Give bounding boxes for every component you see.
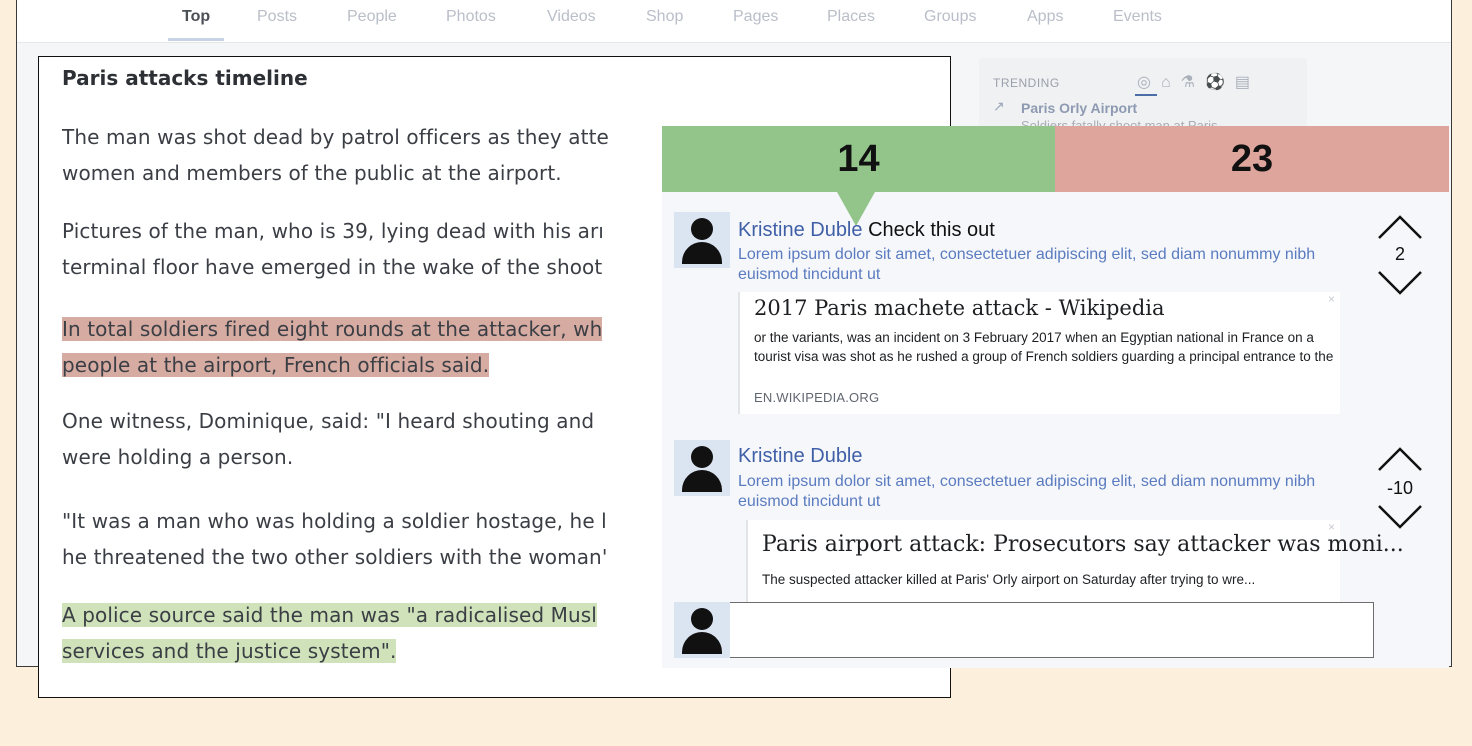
- avatar[interactable]: [674, 212, 730, 268]
- comment-message: Check this out: [868, 219, 995, 241]
- search-tabs-bar: Top Posts People Photos Videos Shop Page…: [17, 0, 1451, 43]
- user-silhouette-icon: [691, 218, 713, 240]
- close-icon[interactable]: ×: [1328, 520, 1335, 534]
- tab-groups[interactable]: Groups: [924, 8, 976, 28]
- article-title: Paris attacks timeline: [62, 66, 308, 90]
- tab-people[interactable]: People: [347, 8, 397, 28]
- avatar[interactable]: [674, 440, 730, 496]
- soccer-icon[interactable]: ⚽: [1205, 74, 1235, 91]
- article-line: The man was shot dead by patrol officers…: [62, 125, 609, 149]
- comment-author[interactable]: Kristine Duble: [738, 219, 863, 241]
- article-line: women and members of the public at the a…: [62, 161, 562, 185]
- article-paragraph: The man was shot dead by patrol officers…: [62, 119, 609, 191]
- trending-topic[interactable]: Paris Orly Airport: [1021, 100, 1137, 116]
- downvote-chevron-icon[interactable]: [1377, 504, 1423, 530]
- close-icon[interactable]: ×: [1328, 292, 1335, 306]
- highlighted-paragraph-green[interactable]: A police source said the man was "a radi…: [62, 597, 597, 669]
- trending-category-indicator: [1135, 94, 1157, 96]
- comment-input[interactable]: [733, 603, 1373, 657]
- article-line: people at the airport, French officials …: [62, 353, 490, 377]
- user-silhouette-icon: [691, 608, 713, 630]
- agree-score[interactable]: 14: [662, 126, 1055, 192]
- article-paragraph: Pictures of the man, who is 39, lying de…: [62, 213, 604, 285]
- tab-posts[interactable]: Posts: [257, 8, 297, 28]
- tab-events[interactable]: Events: [1113, 8, 1162, 28]
- film-icon[interactable]: ▤: [1235, 74, 1260, 91]
- article-line: "It was a man who was holding a soldier …: [62, 509, 607, 533]
- vote-count: 2: [1394, 244, 1405, 264]
- highlighted-paragraph-red[interactable]: In total soldiers fired eight rounds at …: [62, 311, 603, 383]
- tab-shop[interactable]: Shop: [646, 8, 683, 28]
- flask-icon[interactable]: ⚗: [1181, 74, 1205, 91]
- trending-arrow-icon: ↗: [993, 98, 1005, 114]
- article-paragraph: "It was a man who was holding a soldier …: [62, 503, 607, 575]
- article-line: services and the justice system".: [62, 639, 397, 663]
- upvote-chevron-icon[interactable]: [1377, 446, 1423, 472]
- link-preview-card[interactable]: Paris airport attack: Prosecutors say at…: [746, 520, 1404, 610]
- disagree-score[interactable]: 23: [1055, 126, 1449, 192]
- link-source: EN.WIKIPEDIA.ORG: [754, 390, 880, 405]
- link-snippet: The suspected attacker killed at Paris' …: [762, 572, 1256, 587]
- avatar: [674, 602, 730, 658]
- vote-count: -10: [1386, 478, 1413, 498]
- tab-pages[interactable]: Pages: [733, 8, 778, 28]
- article-line: Pictures of the man, who is 39, lying de…: [62, 219, 604, 243]
- article-line: One witness, Dominique, said: "I heard s…: [62, 409, 595, 433]
- tab-top[interactable]: Top: [182, 8, 210, 28]
- trending-category-icons[interactable]: ◎⌂⚗⚽▤: [1137, 72, 1260, 92]
- tab-apps[interactable]: Apps: [1027, 8, 1063, 28]
- link-title[interactable]: 2017 Paris machete attack - Wikipedia: [754, 296, 1165, 320]
- comment-author[interactable]: Kristine Duble: [738, 445, 863, 468]
- tab-photos[interactable]: Photos: [446, 8, 496, 28]
- comment-header: Kristine Duble Check this out: [738, 219, 995, 242]
- article-line: he threatened the two other soldiers wit…: [62, 545, 608, 569]
- tab-videos[interactable]: Videos: [547, 8, 596, 28]
- comment-composer[interactable]: [674, 602, 1374, 658]
- tab-places[interactable]: Places: [827, 8, 875, 28]
- article-line: A police source said the man was "a radi…: [62, 603, 597, 627]
- article-line: In total soldiers fired eight rounds at …: [62, 317, 603, 341]
- trending-circle-icon[interactable]: ◎: [1137, 74, 1161, 91]
- institution-icon[interactable]: ⌂: [1161, 74, 1181, 91]
- user-silhouette-icon: [691, 446, 713, 468]
- article-line: were holding a person.: [62, 445, 294, 469]
- link-preview-card[interactable]: 2017 Paris machete attack - Wikipedia or…: [738, 292, 1340, 414]
- article-line: terminal floor have emerged in the wake …: [62, 255, 603, 279]
- active-tab-indicator: [168, 38, 224, 41]
- discussion-panel: 14 23 Kristine Duble Check this out Lore…: [662, 126, 1449, 668]
- link-title[interactable]: Paris airport attack: Prosecutors say at…: [762, 532, 1404, 557]
- comment-text: Lorem ipsum dolor sit amet, consectetuer…: [738, 473, 1316, 510]
- link-snippet: or the variants, was an incident on 3 Fe…: [754, 330, 1334, 364]
- article-paragraph: One witness, Dominique, said: "I heard s…: [62, 403, 594, 475]
- downvote-chevron-icon[interactable]: [1377, 270, 1423, 296]
- comment-text: Lorem ipsum dolor sit amet, consectetuer…: [738, 246, 1316, 283]
- upvote-chevron-icon[interactable]: [1377, 214, 1423, 240]
- trending-label: TRENDING: [993, 76, 1060, 90]
